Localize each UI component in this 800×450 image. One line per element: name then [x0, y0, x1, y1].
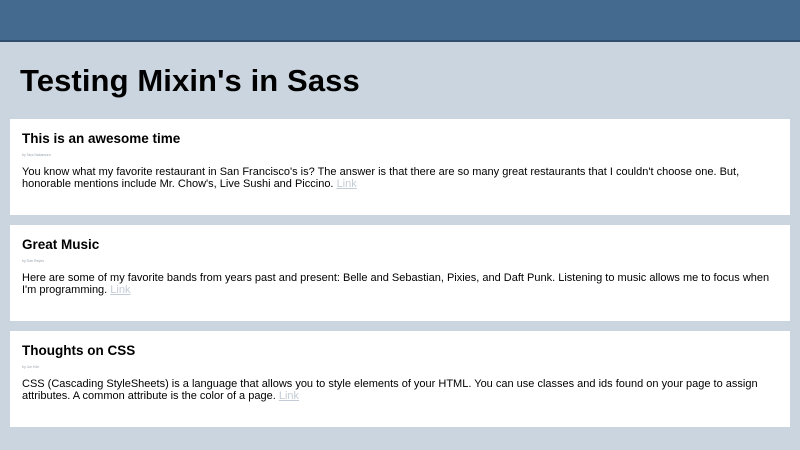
post-title: This is an awesome time — [22, 131, 181, 146]
post-meta: by Tara Nakamura — [22, 153, 51, 157]
post-meta: by Jon Kim — [22, 365, 40, 369]
post-body-text: You know what my favorite restaurant in … — [22, 166, 740, 190]
post-card: Great Music by Dan Reyes Here are some o… — [10, 225, 790, 321]
post-body: You know what my favorite restaurant in … — [22, 166, 778, 190]
page-title: Testing Mixin's in Sass — [20, 63, 360, 98]
post-link[interactable]: Link — [279, 390, 299, 402]
post-link[interactable]: Link — [337, 178, 357, 190]
post-title: Thoughts on CSS — [22, 343, 136, 358]
post-body-text: CSS (Cascading StyleSheets) is a languag… — [22, 378, 758, 402]
post-body: CSS (Cascading StyleSheets) is a languag… — [22, 378, 778, 402]
post-title: Great Music — [22, 237, 100, 252]
post-meta: by Dan Reyes — [22, 259, 44, 263]
post-card: This is an awesome time by Tara Nakamura… — [10, 119, 790, 215]
post-card: Thoughts on CSS by Jon Kim CSS (Cascadin… — [10, 331, 790, 427]
post-link[interactable]: Link — [110, 284, 130, 296]
top-header-bar — [0, 0, 800, 42]
post-body-text: Here are some of my favorite bands from … — [22, 272, 770, 296]
post-body: Here are some of my favorite bands from … — [22, 272, 778, 296]
